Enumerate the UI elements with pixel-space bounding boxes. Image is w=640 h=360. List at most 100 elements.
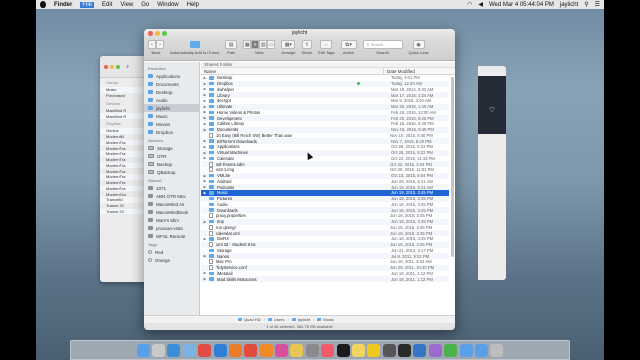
iterm-icon[interactable]: [398, 343, 412, 357]
file-row[interactable]: ▶ Android Jun 29, 2015, 5:41 AM: [201, 179, 449, 185]
apple-icon[interactable]: [40, 1, 46, 8]
search-input[interactable]: ⚲ Search: [362, 40, 403, 49]
sidebar-item[interactable]: Applications: [144, 72, 199, 80]
disclosure-triangle-icon[interactable]: ▶: [201, 179, 209, 183]
disclosure-triangle-icon[interactable]: ▶: [201, 139, 209, 143]
file-row[interactable]: ▶ Calibre Library Feb 18, 2016, 8:40 PM: [201, 121, 449, 127]
notes-icon[interactable]: [351, 343, 365, 357]
file-row[interactable]: run qseng/Jun 18, 2015, 3:45 PM: [201, 224, 449, 231]
disclosure-triangle-icon[interactable]: ▶: [201, 237, 209, 241]
sidebar-item[interactable]: OTR: [144, 152, 199, 160]
finder-icon[interactable]: [136, 343, 150, 357]
back-button[interactable]: ‹: [148, 40, 156, 49]
file-row[interactable]: Audio Jun 18, 2015, 3:45 PM: [201, 202, 449, 208]
sidebar-item[interactable]: WFSL Remote: [144, 232, 199, 240]
itunes-folder-icon[interactable]: [188, 40, 202, 49]
file-row[interactable]: 10 Easy (Bill Reich SW) Better Than.wav N…: [201, 132, 449, 139]
disclosure-triangle-icon[interactable]: ▶: [201, 145, 209, 149]
disclosure-triangle-icon[interactable]: ▶: [201, 220, 209, 224]
menu-window[interactable]: Window: [157, 2, 178, 8]
vlc-icon[interactable]: [259, 343, 273, 357]
menu-edit[interactable]: Edit: [102, 2, 112, 8]
file-row[interactable]: ▶ decrypt Mar 9, 2016, 3:40 AM: [201, 98, 449, 104]
music-player-window[interactable]: ♡: [478, 66, 506, 280]
path-segment[interactable]: Music: [317, 317, 334, 322]
file-row[interactable]: ▶ Calendar Oct 22, 2015, 11:43 PM: [201, 156, 449, 162]
utility-icon[interactable]: [382, 343, 396, 357]
file-row[interactable]: proxy.properties Jun 18, 2015, 3:45 PM: [201, 213, 449, 219]
music-note-icon[interactable]: ♪: [126, 64, 129, 70]
file-row[interactable]: Downloads Jun 18, 2015, 3:45 PM: [201, 207, 449, 213]
zoom-icon[interactable]: [116, 64, 120, 69]
file-row[interactable]: vs3-1.img Oct 20, 2015, 11:53 PM: [201, 167, 449, 173]
sidebar-item[interactable]: ABN OTR Mini: [144, 192, 199, 200]
file-row[interactable]: ▶ Mad Skills Motocross Jun 18, 2011, 1:12 …: [201, 276, 449, 282]
file-row[interactable]: ▶ iMetatail Jun 19, 2011, 1:12 PM: [201, 271, 449, 277]
vertical-scrollbar[interactable]: [451, 77, 454, 257]
file-row[interactable]: Mac Pro Jun 18, 2011, 6:33 AM: [201, 259, 449, 265]
sidebar-item[interactable]: Red: [144, 248, 199, 256]
edit-tags-button[interactable]: ◌: [320, 40, 333, 49]
heart-icon[interactable]: ♡: [489, 106, 495, 114]
trash-icon[interactable]: [490, 343, 504, 357]
file-row[interactable]: TidyService.conf Jun 26, 2011, 10:40 PM: [201, 264, 449, 271]
app-icon[interactable]: [444, 343, 458, 357]
app-store-icon[interactable]: [213, 343, 227, 357]
file-row[interactable]: sdr-fmsms.sdm Oct 22, 2015, 3:44 PM: [201, 161, 449, 167]
zoom-icon[interactable]: [162, 31, 167, 36]
date-column-header[interactable]: Date Modified: [384, 68, 455, 74]
chrome-icon[interactable]: [244, 343, 258, 357]
disclosure-triangle-icon[interactable]: ▶: [201, 76, 209, 80]
menu-view[interactable]: View: [120, 2, 133, 8]
radiation-icon[interactable]: [367, 343, 381, 357]
terminal-icon[interactable]: [336, 343, 350, 357]
folder-icon[interactable]: [459, 343, 473, 357]
sidebar-item[interactable]: Documents: [144, 80, 199, 88]
disclosure-triangle-icon[interactable]: ▶: [201, 277, 209, 281]
menu-file[interactable]: File: [80, 1, 95, 8]
disclosure-triangle-icon[interactable]: ▶: [201, 185, 209, 189]
action-button[interactable]: ✿▾: [340, 40, 357, 49]
path-segment[interactable]: jaylicht: [291, 317, 310, 322]
file-row[interactable]: ▶ Development Feb 25, 2016, 8:40 PM: [201, 115, 449, 121]
finder-titlebar[interactable]: jaylicht: [144, 29, 455, 38]
music-icon[interactable]: [321, 343, 335, 357]
quick-look-button[interactable]: ◉: [412, 40, 425, 49]
disclosure-triangle-icon[interactable]: ▶: [201, 93, 209, 97]
share-button[interactable]: ⇪: [301, 40, 312, 49]
menu-go[interactable]: Go: [141, 2, 149, 8]
file-row[interactable]: ▶ Ultimate Mar 25, 2016, 1:40 AM: [201, 103, 449, 110]
volume-icon[interactable]: ◀: [478, 1, 483, 8]
sidebar-item[interactable]: Mom's Mini: [144, 216, 199, 224]
disclosure-triangle-icon[interactable]: ▶: [201, 110, 209, 114]
file-row[interactable]: Pictures Jun 18, 2015, 3:45 PM: [201, 195, 449, 202]
close-icon[interactable]: [148, 31, 153, 36]
sidebar-item[interactable]: QBackup: [144, 168, 199, 176]
sidebar-item[interactable]: MacmMindBook: [144, 208, 199, 216]
disclosure-triangle-icon[interactable]: ▶: [201, 87, 209, 91]
sidebar-item[interactable]: Orange: [144, 256, 199, 264]
calendar-icon[interactable]: [198, 343, 212, 357]
disclosure-triangle-icon[interactable]: ▶: [201, 116, 209, 120]
menu-app-name[interactable]: Finder: [54, 2, 72, 8]
file-row[interactable]: ▶ Documents Nov 18, 2015, 8:40 PM: [201, 126, 449, 133]
minimize-icon[interactable]: [110, 64, 114, 69]
list-view-button[interactable]: ≡: [251, 40, 260, 49]
sidebar-item[interactable]: Movies: [144, 120, 199, 128]
file-row[interactable]: ▶ Applications Oct 26, 2015, 5:22 PM: [201, 144, 449, 150]
file-row[interactable]: ▶ dwhelper Mar 18, 2014, 9:32 AM: [201, 87, 449, 93]
photos-icon[interactable]: [290, 343, 304, 357]
spotlight-icon[interactable]: ⚲: [584, 1, 588, 8]
itunes-icon[interactable]: [275, 343, 289, 357]
sidebar-item[interactable]: Audio: [144, 96, 199, 104]
disclosure-triangle-icon[interactable]: ▶: [201, 128, 209, 132]
menu-clock[interactable]: Wed Mar 4 05:44:04 PM: [489, 2, 554, 8]
cover-flow-button[interactable]: ▭: [267, 40, 276, 49]
file-row[interactable]: ▶ BitTorrent Downloads Nov 7, 2015, 8:20 P…: [201, 138, 449, 144]
file-row[interactable]: ▶ Virtual Machines Oct 26, 2015, 5:22 PM: [201, 149, 449, 156]
wifi-icon[interactable]: ◠: [467, 1, 472, 8]
sidebar-item[interactable]: proscan-vista: [144, 224, 199, 232]
file-row[interactable]: ▶ VMLite Oct 15, 2015, 8:04 PM: [201, 172, 449, 179]
sidebar-item[interactable]: Desktop: [144, 88, 199, 96]
icon-view-button[interactable]: ▦: [243, 40, 252, 49]
